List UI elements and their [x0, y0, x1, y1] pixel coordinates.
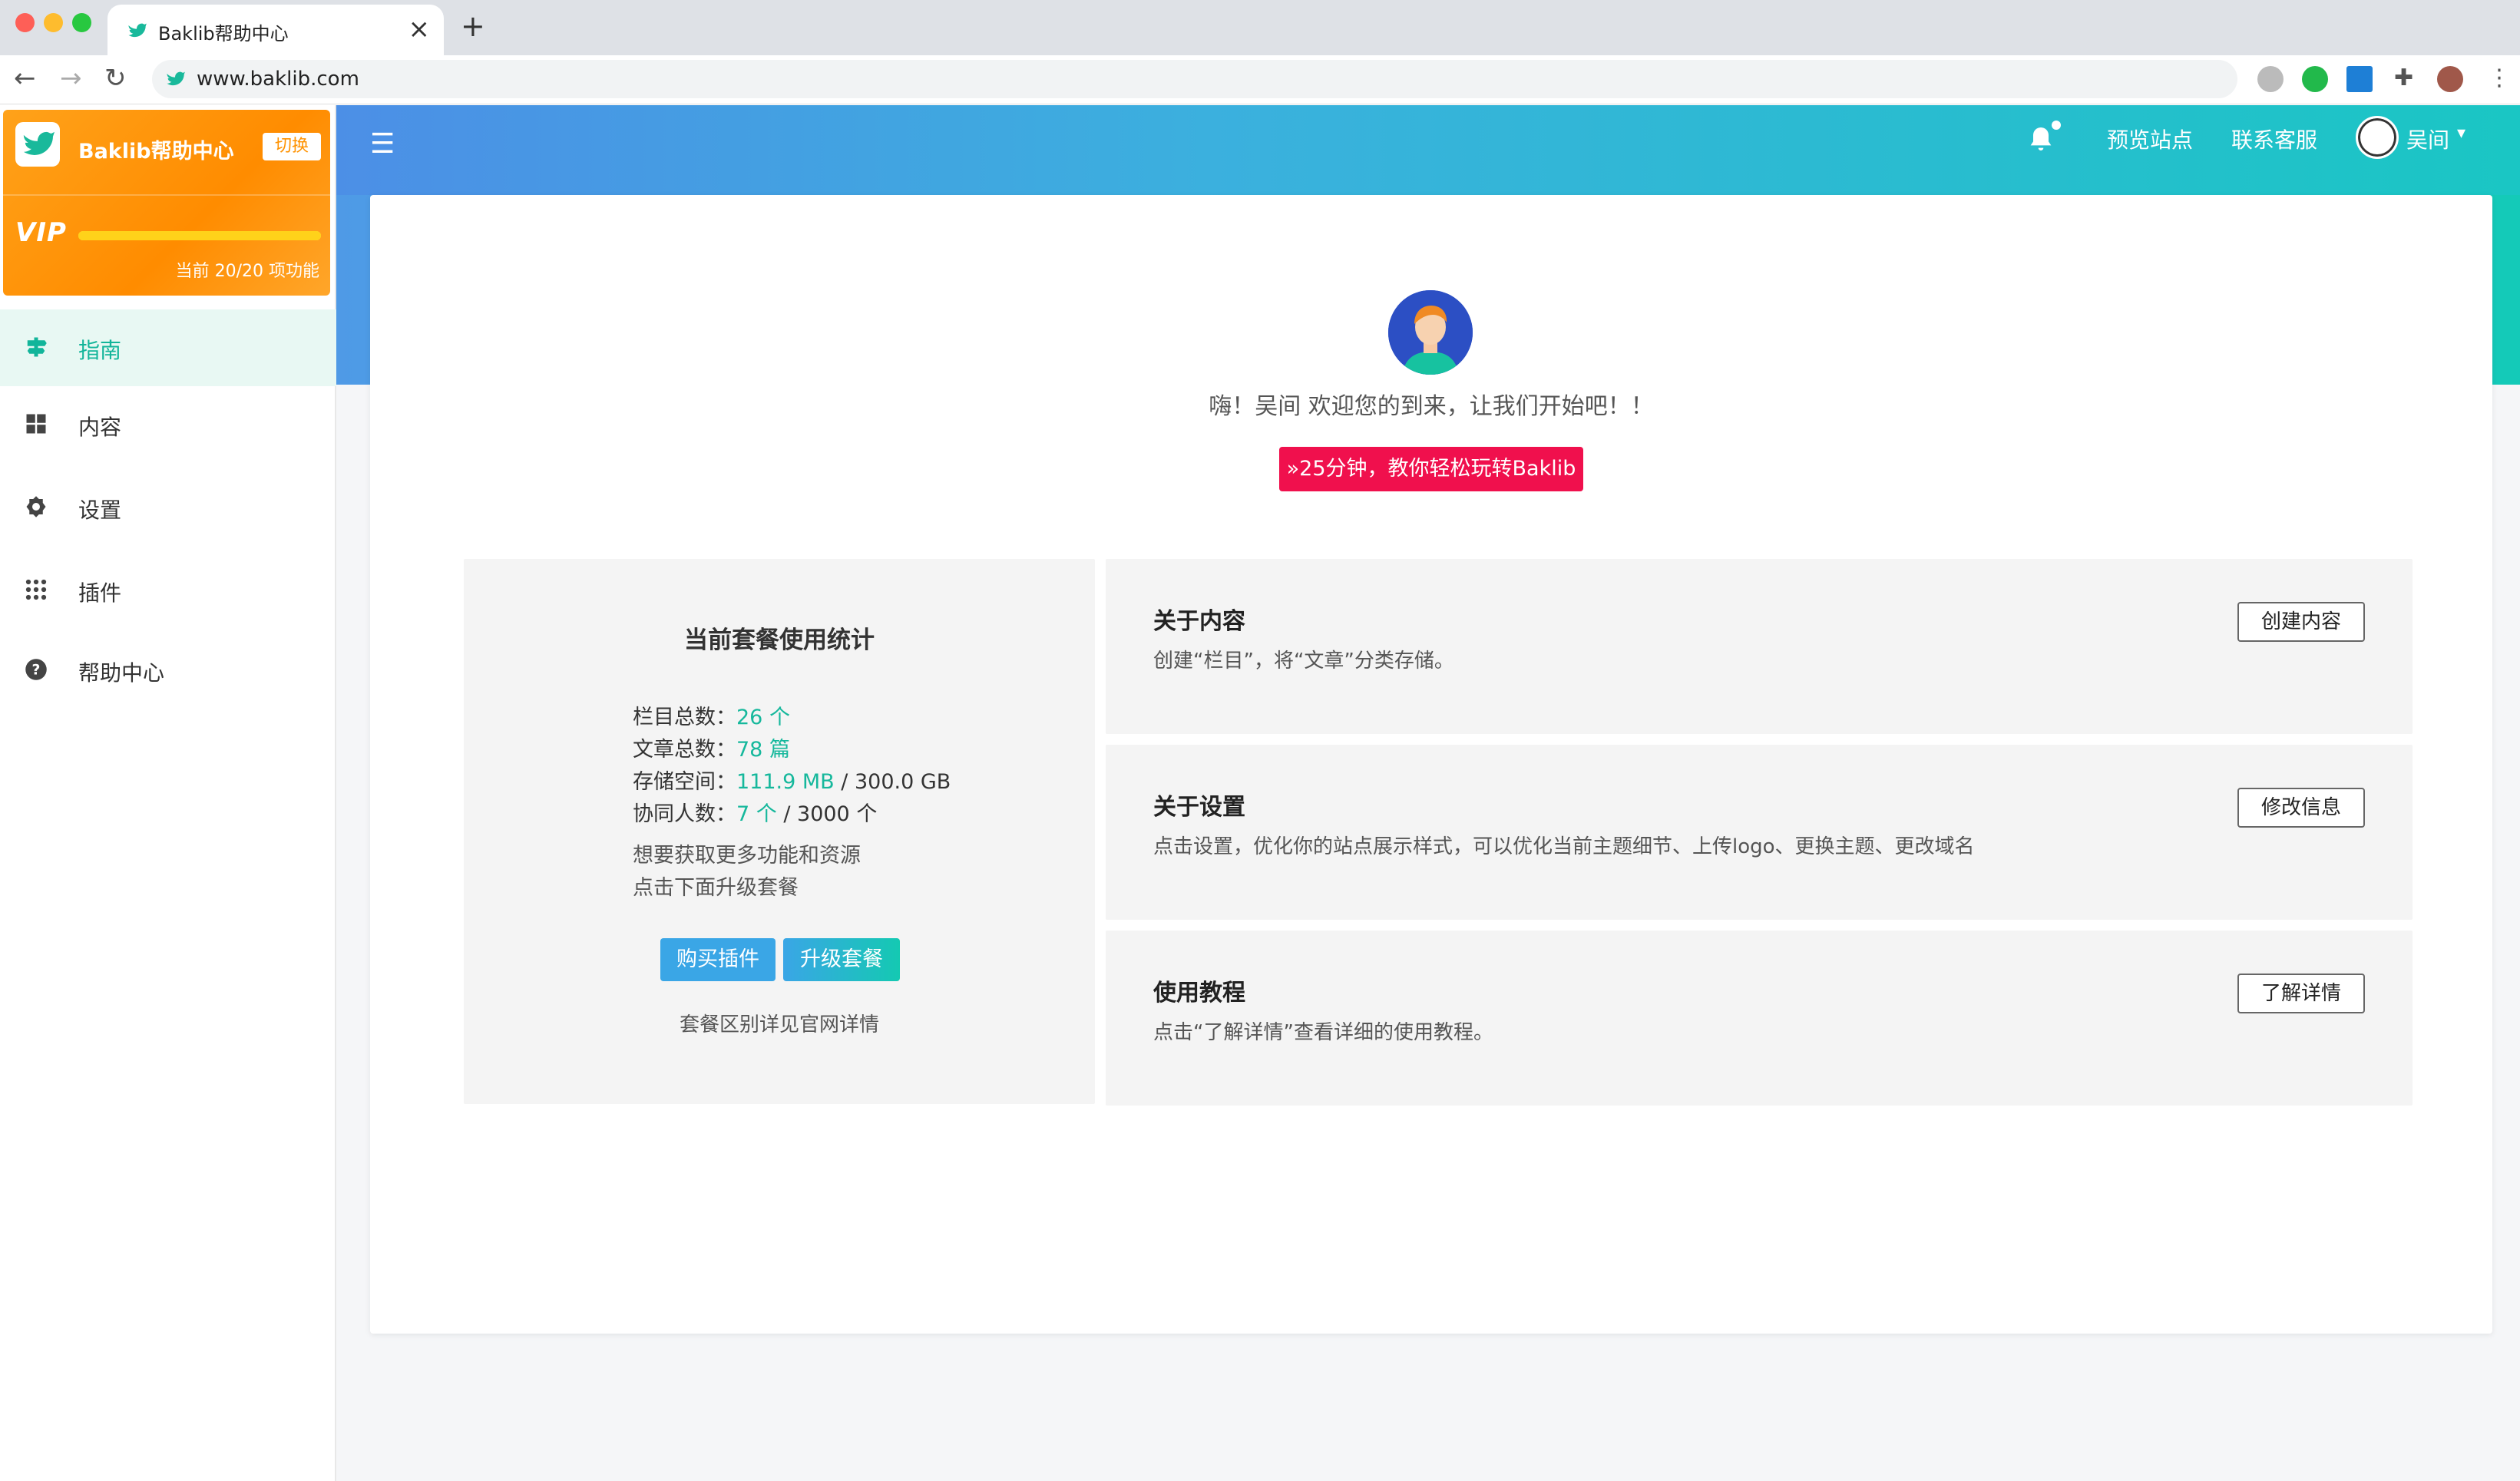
extension-m-icon[interactable] [2346, 66, 2373, 92]
sidebar-item-help[interactable]: ? 帮助中心 [0, 632, 336, 709]
user-avatar[interactable] [2356, 116, 2399, 159]
stat-row-storage: 存储空间：111.9 MB / 300.0 GB [633, 765, 951, 795]
stat-limit: / 300.0 GB [834, 770, 951, 794]
sidebar-item-guide[interactable]: 指南 [0, 309, 336, 386]
svg-text:?: ? [32, 662, 41, 678]
user-name[interactable]: 吴间 [2406, 124, 2449, 154]
back-icon[interactable]: ← [14, 63, 36, 94]
contact-support-link[interactable]: 联系客服 [2231, 124, 2317, 154]
browser-menu-icon[interactable]: ⋮ [2488, 63, 2511, 94]
upgrade-hint-line2: 点击下面升级套餐 [633, 876, 799, 900]
sidebar-item-label: 内容 [78, 415, 122, 440]
grid-icon [26, 414, 46, 434]
sidebar-item-settings[interactable]: 设置 [0, 469, 336, 546]
divider [3, 194, 330, 196]
main-panel: 嗨！吴间 欢迎您的到来，让我们开始吧！！ »25分钟，教你轻松玩转Baklib … [370, 195, 2492, 1334]
preview-site-link[interactable]: 预览站点 [2107, 124, 2193, 154]
plan-stats-card: 当前套餐使用统计 栏目总数：26 个 文章总数：78 篇 存储空间：111.9 … [464, 559, 1095, 1104]
content-info-card: 关于内容 创建“栏目”，将“文章”分类存储。 创建内容 [1106, 559, 2413, 734]
tab-close-icon[interactable]: × [408, 14, 431, 45]
apps-icon [25, 579, 47, 600]
app-root: ☰ 预览站点 联系客服 吴间 ▾ Baklib帮助中心 切换 VIP 当前 20… [0, 105, 2520, 1481]
plan-note: 套餐区别详见官网详情 [679, 1013, 879, 1036]
welcome-avatar [1388, 290, 1473, 375]
stat-value: 111.9 MB [736, 770, 835, 794]
stat-label: 存储空间： [633, 770, 736, 794]
site-logo [15, 122, 60, 167]
extension-globe-icon[interactable] [2257, 66, 2284, 92]
browser-tab-strip: Baklib帮助中心 × + [0, 0, 2520, 55]
stat-label: 文章总数： [633, 738, 736, 762]
stat-label: 协同人数： [633, 802, 736, 826]
sidebar-item-content[interactable]: 内容 [0, 386, 336, 463]
card-title: 关于设置 [1153, 794, 1245, 821]
card-title: 使用教程 [1153, 980, 1245, 1007]
sidebar: Baklib帮助中心 切换 VIP 当前 20/20 项功能 指南 内容 设置 … [0, 105, 336, 1481]
baklib-bird-icon [128, 23, 147, 38]
sidebar-item-label: 帮助中心 [78, 660, 165, 686]
sidebar-item-label: 指南 [78, 338, 122, 363]
welcome-message: 嗨！吴间 欢迎您的到来，让我们开始吧！！ [1209, 393, 1654, 420]
stat-limit: / 3000 个 [776, 802, 878, 826]
sidebar-item-label: 设置 [78, 498, 122, 523]
help-icon: ? [25, 659, 47, 680]
edit-info-button[interactable]: 修改信息 [2237, 788, 2365, 828]
minimize-window-dot[interactable] [44, 13, 63, 32]
stat-value: 7 个 [736, 802, 777, 826]
address-bar[interactable]: www.baklib.com [152, 60, 2237, 98]
sidebar-item-label: 插件 [78, 580, 122, 606]
card-description: 点击“了解详情”查看详细的使用教程。 [1153, 1021, 1493, 1044]
maximize-window-dot[interactable] [72, 13, 91, 32]
url-text: www.baklib.com [197, 68, 359, 91]
stat-value: 26 个 [736, 706, 790, 729]
upgrade-plan-button[interactable]: 升级套餐 [783, 938, 900, 981]
chevron-down-icon[interactable]: ▾ [2457, 124, 2465, 143]
stat-row-columns: 栏目总数：26 个 [633, 700, 790, 730]
extension-green-icon[interactable] [2302, 66, 2328, 92]
learn-more-button[interactable]: 了解详情 [2237, 974, 2365, 1013]
close-window-dot[interactable] [15, 13, 35, 32]
buy-plugin-button[interactable]: 购买插件 [660, 938, 776, 981]
tutorial-button[interactable]: »25分钟，教你轻松玩转Baklib [1279, 447, 1583, 491]
tab-title: Baklib帮助中心 [158, 23, 289, 45]
card-title: 关于内容 [1153, 608, 1245, 635]
notification-dot [2052, 121, 2061, 130]
stat-row-collaborators: 协同人数：7 个 / 3000 个 [633, 797, 877, 827]
browser-toolbar: ← → ↻ www.baklib.com ✚ ⋮ [0, 55, 2520, 104]
site-favicon-icon [167, 71, 185, 86]
vip-badge: VIP [15, 217, 67, 248]
menu-toggle-icon[interactable]: ☰ [370, 128, 395, 160]
vip-card: Baklib帮助中心 切换 VIP 当前 20/20 项功能 [3, 110, 330, 296]
site-title: Baklib帮助中心 [78, 140, 234, 164]
forward-icon[interactable]: → [60, 63, 82, 94]
reload-icon[interactable]: ↻ [104, 63, 127, 94]
create-content-button[interactable]: 创建内容 [2237, 602, 2365, 642]
puzzle-extensions-icon[interactable]: ✚ [2394, 63, 2413, 94]
stat-label: 栏目总数： [633, 706, 736, 729]
stat-value: 78 篇 [736, 738, 790, 762]
profile-avatar-icon[interactable] [2437, 66, 2463, 92]
bell-icon[interactable] [2026, 124, 2056, 154]
vip-usage-text: 当前 20/20 项功能 [175, 262, 319, 281]
new-tab-icon[interactable]: + [461, 11, 485, 41]
vip-progress-bar [78, 231, 321, 240]
sidebar-item-plugins[interactable]: 插件 [0, 552, 336, 629]
gear-icon [26, 496, 46, 517]
card-description: 创建“栏目”，将“文章”分类存储。 [1153, 650, 1454, 673]
vip-progress-fill [78, 231, 321, 240]
upgrade-hint-line1: 想要获取更多功能和资源 [633, 844, 861, 868]
card-description: 点击设置，优化你的站点展示样式，可以优化当前主题细节、上传logo、更换主题、更… [1153, 835, 1975, 858]
browser-tab[interactable]: Baklib帮助中心 × [107, 5, 444, 55]
guide-icon [27, 337, 47, 357]
settings-info-card: 关于设置 点击设置，优化你的站点展示样式，可以优化当前主题细节、上传logo、更… [1106, 745, 2413, 920]
stats-title: 当前套餐使用统计 [684, 626, 875, 654]
tutorial-info-card: 使用教程 点击“了解详情”查看详细的使用教程。 了解详情 [1106, 931, 2413, 1106]
switch-site-button[interactable]: 切换 [263, 133, 321, 160]
stat-row-articles: 文章总数：78 篇 [633, 732, 790, 762]
